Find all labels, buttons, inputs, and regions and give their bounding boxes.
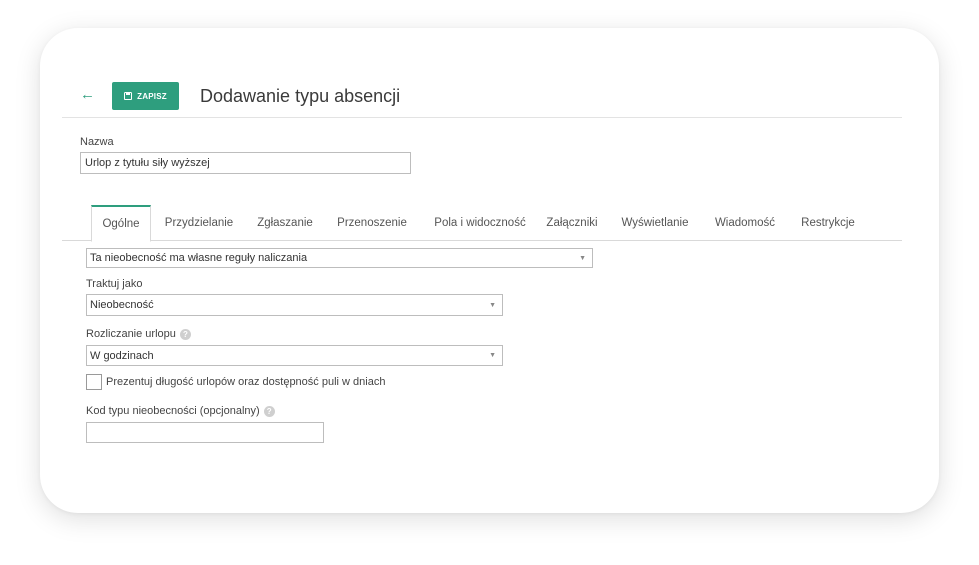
tab-message-label: Wiadomość — [714, 217, 776, 229]
accrual-rules-select[interactable]: Ta nieobecność ma własne reguły naliczan… — [86, 248, 593, 268]
name-input[interactable] — [80, 152, 411, 174]
leave-settlement-value: W godzinach — [90, 349, 154, 362]
name-label-text: Nazwa — [80, 136, 114, 148]
tab-assignment[interactable]: Przydzielanie — [159, 205, 239, 241]
tab-fields-visibility[interactable]: Pola i widoczność — [425, 205, 535, 241]
treat-as-label: Traktuj jako — [86, 278, 142, 290]
treat-as-label-text: Traktuj jako — [86, 278, 143, 290]
floppy-disk-icon — [124, 92, 133, 100]
tab-bar: Ogólne Przydzielanie Zgłaszanie Przenosz… — [62, 205, 902, 242]
tab-requesting[interactable]: Zgłaszanie — [251, 205, 319, 241]
help-icon[interactable]: ? — [179, 328, 191, 340]
tab-restrictions-label: Restrykcje — [801, 217, 855, 229]
back-arrow-icon[interactable]: ← — [80, 85, 96, 105]
tab-assignment-label: Przydzielanie — [164, 217, 234, 229]
tab-display[interactable]: Wyświetlanie — [618, 205, 692, 241]
leave-settlement-label: Rozliczanie urlopu ? — [86, 328, 191, 340]
absence-code-label: Kod typu nieobecności (opcjonalny) ? — [86, 405, 275, 417]
tab-carryover[interactable]: Przenoszenie — [330, 205, 414, 241]
treat-as-value: Nieobecność — [90, 299, 154, 311]
absence-code-input[interactable] — [86, 422, 324, 443]
present-in-days-checkbox[interactable] — [86, 374, 102, 390]
tab-attachments[interactable]: Załączniki — [543, 205, 601, 241]
tab-fields-visibility-label: Pola i widoczność — [434, 217, 526, 229]
caret-down-icon: ▼ — [579, 254, 586, 262]
name-label: Nazwa — [80, 136, 114, 148]
tab-general-label: Ogólne — [102, 218, 140, 230]
tab-message[interactable]: Wiadomość — [712, 205, 778, 241]
tab-restrictions[interactable]: Restrykcje — [798, 205, 858, 241]
tab-carryover-label: Przenoszenie — [337, 217, 407, 229]
save-button[interactable]: ZAPISZ — [112, 82, 179, 110]
header-divider — [62, 117, 902, 118]
absence-code-label-text: Kod typu nieobecności (opcjonalny) — [86, 405, 260, 417]
tab-display-label: Wyświetlanie — [621, 217, 689, 229]
accrual-rules-value: Ta nieobecność ma własne reguły naliczan… — [90, 252, 308, 264]
treat-as-select[interactable]: Nieobecność ▼ — [86, 294, 503, 316]
caret-down-icon: ▼ — [489, 352, 496, 359]
leave-settlement-label-text: Rozliczanie urlopu — [86, 328, 176, 340]
tab-attachments-label: Załączniki — [546, 217, 598, 229]
tab-general[interactable]: Ogólne — [91, 205, 151, 242]
present-in-days-label: Prezentuj długość urlopów oraz dostępnoś… — [106, 376, 386, 388]
caret-down-icon: ▼ — [489, 301, 496, 309]
help-icon[interactable]: ? — [263, 405, 275, 417]
leave-settlement-select[interactable]: W godzinach ▼ — [86, 345, 503, 366]
page-title: Dodawanie typu absencji — [200, 86, 401, 106]
tab-requesting-label: Zgłaszanie — [257, 217, 313, 229]
save-button-label: ZAPISZ — [137, 91, 167, 101]
